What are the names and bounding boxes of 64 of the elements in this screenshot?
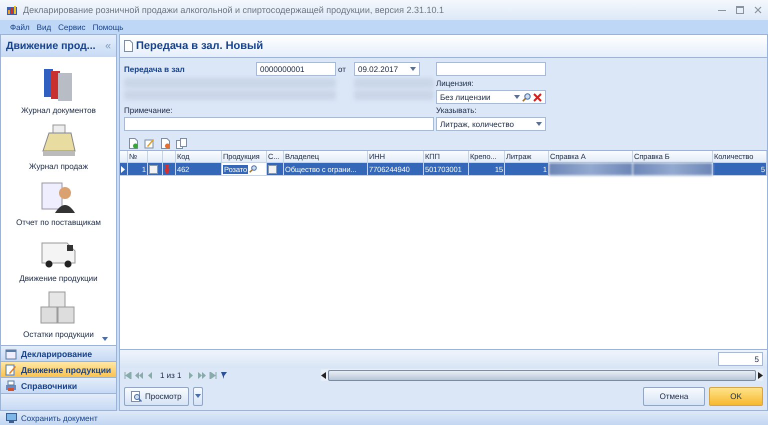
next-record-icon[interactable] — [187, 372, 196, 378]
menu-item[interactable]: Вид — [36, 22, 52, 32]
sidebar-item[interactable]: Остатки продукции — [23, 289, 94, 339]
checkbox[interactable] — [149, 164, 158, 174]
number-field[interactable]: 0000000001 — [256, 62, 336, 76]
search-icon[interactable] — [249, 165, 258, 173]
printer-icon — [5, 380, 17, 392]
date-field[interactable]: 09.02.2017 — [354, 62, 420, 76]
dropdown-button[interactable] — [192, 386, 203, 406]
edit-icon[interactable] — [144, 138, 155, 148]
menu-item[interactable]: Файл — [10, 22, 30, 32]
document-title: Передача в зал. Новый — [136, 40, 264, 52]
window-title: Декларирование розничной продажи алкогольной и спиртосодержащей продукции, версия 2.31.10.1 — [23, 5, 445, 15]
copy-icon[interactable] — [176, 138, 187, 148]
form-label: Примечание: — [124, 106, 174, 115]
form-label: Лицензия: — [436, 79, 475, 88]
caret-icon — [194, 394, 201, 398]
menu-item[interactable]: Помощь — [92, 22, 124, 32]
dropdown-arrow-icon[interactable] — [410, 67, 416, 71]
sidebar-item[interactable]: Отчет по поставщикам — [16, 177, 101, 227]
nav-section[interactable]: Движение продукции — [1, 361, 116, 377]
sidebar-item[interactable]: Движение продукции — [19, 233, 98, 283]
calendar-icon — [5, 348, 17, 360]
checkbox[interactable] — [268, 164, 277, 174]
maximize-icon[interactable] — [736, 6, 744, 14]
delete-icon[interactable] — [160, 138, 171, 148]
computer-icon — [6, 413, 17, 423]
license-dropdown[interactable]: Без лицензии — [436, 90, 546, 104]
ok-button[interactable]: OK — [709, 386, 763, 406]
form-label: от — [338, 64, 347, 74]
preview-icon — [131, 390, 142, 402]
display-mode-dropdown[interactable]: Литраж, количество — [436, 117, 546, 131]
dropdown-arrow-icon[interactable] — [514, 95, 520, 99]
first-page-icon[interactable] — [124, 372, 132, 378]
scroll-down-icon[interactable] — [102, 337, 108, 341]
status-text: Сохранить документ — [21, 414, 98, 422]
form-label: Передача в зал — [124, 64, 186, 74]
search-icon[interactable] — [522, 92, 531, 102]
dropdown-arrow-icon[interactable] — [536, 122, 542, 126]
sidebar-item[interactable]: Журнал документов — [21, 65, 96, 115]
previous-record-icon[interactable] — [146, 372, 154, 378]
previous-page-icon[interactable] — [135, 372, 143, 378]
sidebar-item[interactable]: Журнал продаж — [29, 121, 88, 171]
sidebar-title: Движение прод... — [6, 40, 96, 52]
menu-item[interactable]: Сервис — [58, 22, 86, 32]
note-field[interactable] — [124, 117, 434, 131]
close-icon[interactable] — [754, 6, 762, 14]
total-cell: 5 — [718, 352, 763, 366]
cancel-button[interactable]: Отмена — [643, 386, 705, 406]
bottle-icon — [164, 164, 170, 174]
filter-icon[interactable] — [220, 372, 228, 378]
nav-section[interactable]: Декларирование — [1, 345, 116, 361]
clear-icon[interactable] — [533, 92, 542, 102]
preview-button[interactable]: Просмотр — [124, 386, 189, 406]
text-field[interactable] — [436, 62, 546, 76]
add-icon[interactable] — [128, 138, 139, 148]
form-label: Указывать: — [436, 106, 478, 115]
nav-section[interactable]: Справочники — [1, 377, 116, 393]
page-indicator: 1 из 1 — [159, 370, 182, 380]
next-page-icon[interactable] — [198, 372, 206, 378]
app-icon — [6, 4, 18, 16]
scroll-right-icon[interactable] — [758, 372, 763, 378]
document-edit-icon — [5, 364, 17, 376]
document-icon — [124, 40, 133, 52]
